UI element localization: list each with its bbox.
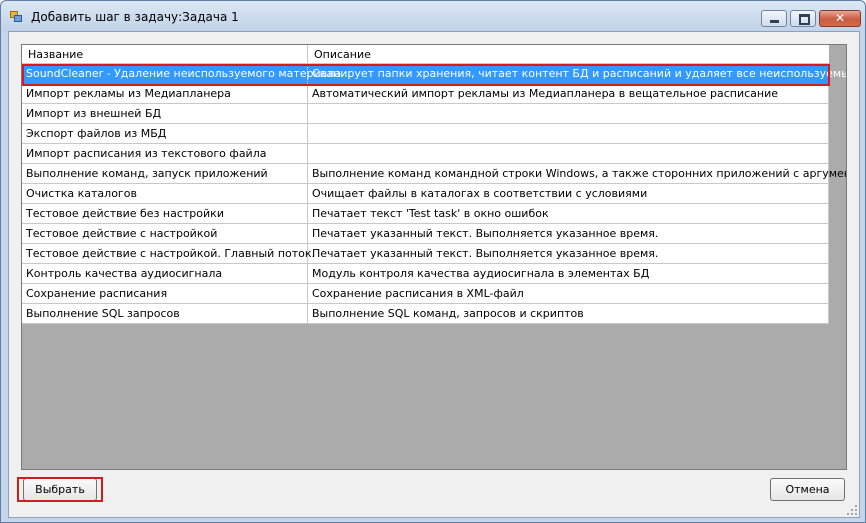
table-row[interactable]: Выполнение команд, запуск приложений Выпо…	[22, 164, 846, 184]
table-row[interactable]: Импорт расписания из текстового файла	[22, 144, 829, 164]
cell-name-text: Выполнение SQL запросов	[26, 307, 180, 320]
cell-description-text: Печатает указанный текст. Выполняется ук…	[312, 227, 659, 240]
cell-name-text: Сохранение расписания	[26, 287, 168, 300]
table-row[interactable]: Импорт из внешней БД	[22, 104, 829, 124]
cell-description[interactable]: Очищает файлы в каталогах в соответствии…	[308, 184, 829, 204]
steps-grid[interactable]: Название Описание SoundCleaner - Удалени…	[21, 44, 847, 470]
cell-name-text: Контроль качества аудиосигнала	[26, 267, 223, 280]
cell-name[interactable]: Импорт рекламы из Медиапланера	[22, 84, 308, 104]
table-row[interactable]: Тестовое действие с настройкой. Главный …	[22, 244, 829, 264]
cell-description-text: Выполнение команд командной строки Windo…	[312, 167, 847, 180]
cancel-button[interactable]: Отмена	[770, 478, 845, 501]
column-header-description-label: Описание	[314, 48, 371, 61]
cell-name-text: Тестовое действие без настройки	[26, 207, 224, 220]
maximize-icon	[791, 11, 815, 26]
table-row[interactable]: Экспорт файлов из МБД	[22, 124, 829, 144]
table-row[interactable]: Сохранение расписания Сохранение расписан…	[22, 284, 829, 304]
table-row[interactable]: Очистка каталогов Очищает файлы в каталог…	[22, 184, 829, 204]
table-row[interactable]: Тестовое действие без настройки Печатает …	[22, 204, 829, 224]
cell-name-text: Очистка каталогов	[26, 187, 137, 200]
cell-name[interactable]: Очистка каталогов	[22, 184, 308, 204]
title-bar[interactable]: Добавить шаг в задачу:Задача 1 ✕	[1, 1, 865, 31]
cell-description-text: Сканирует папки хранения, читает контент…	[312, 67, 847, 80]
cell-description-text: Печатает указанный текст. Выполняется ук…	[312, 247, 659, 260]
cell-description[interactable]	[308, 124, 829, 144]
cell-name[interactable]: Импорт расписания из текстового файла	[22, 144, 308, 164]
cell-description[interactable]: Печатает указанный текст. Выполняется ук…	[308, 244, 829, 264]
table-row[interactable]: Выполнение SQL запросов Выполнение SQL ко…	[22, 304, 829, 324]
cell-name-text: Выполнение команд, запуск приложений	[26, 167, 268, 180]
cell-description[interactable]: Сохранение расписания в XML-файл	[308, 284, 829, 304]
select-button[interactable]: Выбрать	[23, 478, 97, 501]
cell-name-text: Импорт из внешней БД	[26, 107, 162, 120]
cell-description-text: Выполнение SQL команд, запросов и скрипт…	[312, 307, 584, 320]
close-icon: ✕	[834, 11, 846, 25]
cell-name-text: Импорт рекламы из Медиапланера	[26, 87, 231, 100]
cell-description-text: Сохранение расписания в XML-файл	[312, 287, 524, 300]
cell-description[interactable]: Выполнение SQL команд, запросов и скрипт…	[308, 304, 829, 324]
table-row[interactable]: Импорт рекламы из Медиапланера Автоматиче…	[22, 84, 829, 104]
cell-name[interactable]: Тестовое действие с настройкой. Главный …	[22, 244, 315, 264]
cell-name[interactable]: Контроль качества аудиосигнала	[22, 264, 308, 284]
resize-grip[interactable]	[847, 505, 857, 515]
cell-name[interactable]: Выполнение SQL запросов	[22, 304, 308, 324]
close-button[interactable]: ✕	[819, 10, 861, 27]
table-row[interactable]: SoundCleaner - Удаление неиспользуемого …	[22, 64, 846, 84]
cell-name-text: Импорт расписания из текстового файла	[26, 147, 267, 160]
maximize-button[interactable]	[790, 10, 816, 27]
cell-description[interactable]	[308, 144, 829, 164]
cell-description[interactable]: Модуль контроля качества аудиосигнала в …	[308, 264, 829, 284]
cell-name[interactable]: SoundCleaner - Удаление неиспользуемого …	[22, 64, 341, 84]
cell-name[interactable]: Экспорт файлов из МБД	[22, 124, 308, 144]
cell-description[interactable]	[308, 104, 829, 124]
window-title: Добавить шаг в задачу:Задача 1	[31, 10, 239, 24]
cell-description[interactable]: Выполнение команд командной строки Windo…	[308, 164, 846, 184]
cell-description-text: Печатает текст 'Test task' в окно ошибок	[312, 207, 549, 220]
cell-description[interactable]: Сканирует папки хранения, читает контент…	[308, 64, 846, 84]
table-row[interactable]: Контроль качества аудиосигнала Модуль кон…	[22, 264, 829, 284]
cell-name-text: Тестовое действие с настройкой. Главный …	[26, 247, 316, 260]
cell-description-text: Модуль контроля качества аудиосигнала в …	[312, 267, 650, 280]
cell-description[interactable]: Печатает указанный текст. Выполняется ук…	[308, 224, 829, 244]
column-header-description[interactable]: Описание	[308, 45, 829, 64]
dialog-window: Добавить шаг в задачу:Задача 1 ✕ Названи…	[0, 0, 866, 523]
cell-name[interactable]: Сохранение расписания	[22, 284, 308, 304]
cell-description-text: Автоматический импорт рекламы из Медиапл…	[312, 87, 779, 100]
cell-name[interactable]: Импорт из внешней БД	[22, 104, 308, 124]
app-icon	[10, 11, 22, 22]
cell-name-text: Тестовое действие с настройкой	[26, 227, 218, 240]
cell-name[interactable]: Выполнение команд, запуск приложений	[22, 164, 308, 184]
minimize-icon	[762, 11, 786, 26]
cell-description-text: Очищает файлы в каталогах в соответствии…	[312, 187, 648, 200]
minimize-button[interactable]	[761, 10, 787, 27]
cell-name[interactable]: Тестовое действие без настройки	[22, 204, 308, 224]
cell-name[interactable]: Тестовое действие с настройкой	[22, 224, 308, 244]
column-header-name-label: Название	[28, 48, 84, 61]
cell-name-text: SoundCleaner - Удаление неиспользуемого …	[26, 67, 342, 80]
cell-description[interactable]: Печатает текст 'Test task' в окно ошибок	[308, 204, 829, 224]
cell-description[interactable]: Автоматический импорт рекламы из Медиапл…	[308, 84, 829, 104]
column-header-name[interactable]: Название	[22, 45, 308, 64]
table-row[interactable]: Тестовое действие с настройкой Печатает у…	[22, 224, 829, 244]
dialog-body: Название Описание SoundCleaner - Удалени…	[8, 31, 860, 518]
cell-name-text: Экспорт файлов из МБД	[26, 127, 167, 140]
